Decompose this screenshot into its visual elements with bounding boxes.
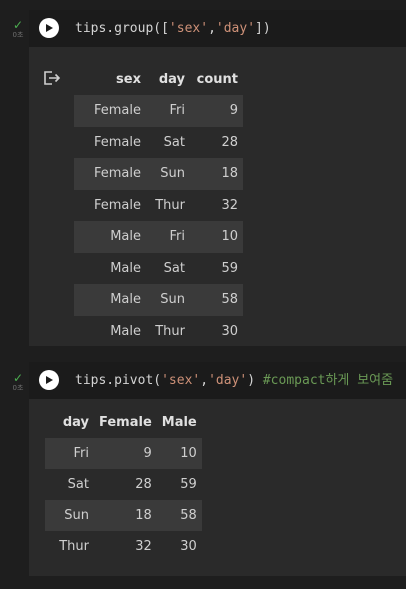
table-row: Male Sun 58 bbox=[74, 284, 243, 316]
table-cell: 18 bbox=[94, 500, 157, 531]
table-cell: Male bbox=[110, 323, 141, 339]
table-cell: 58 bbox=[156, 500, 202, 531]
output-exit-icon[interactable] bbox=[43, 70, 61, 86]
table-cell: Male bbox=[74, 221, 146, 253]
table-header-row: day Female Male bbox=[45, 407, 202, 438]
execution-time: 0초 bbox=[12, 384, 24, 392]
code-text[interactable]: tips.pivot('sex','day') #compact하게 보여줌 bbox=[75, 372, 393, 389]
table-cell: Sun bbox=[146, 158, 190, 190]
table-header-row: sex day count bbox=[74, 64, 243, 95]
table-row: Sat 28 59 bbox=[45, 469, 202, 500]
table-cell: Fri bbox=[45, 438, 94, 469]
table-cell: Female bbox=[74, 95, 146, 127]
run-button[interactable] bbox=[39, 18, 59, 38]
run-button[interactable] bbox=[39, 370, 59, 390]
table-cell: 18 bbox=[190, 158, 243, 190]
table-row: Female Fri 9 bbox=[74, 95, 243, 127]
table-cell: Fri bbox=[146, 221, 190, 253]
table-cell: Thur bbox=[155, 323, 185, 339]
table-cell: Sun bbox=[45, 500, 94, 531]
table-cell: Sat bbox=[163, 134, 185, 150]
table-cell: Female bbox=[93, 197, 141, 213]
column-header: day bbox=[158, 72, 185, 87]
table-row: Sun 18 58 bbox=[45, 500, 202, 531]
table-row: Thur 32 30 bbox=[45, 531, 202, 562]
cell-status: ✓ 0초 bbox=[8, 372, 28, 392]
table-row: Male Thur 30 bbox=[74, 316, 243, 348]
table-cell: Male bbox=[74, 284, 146, 316]
table-cell: 28 bbox=[135, 477, 152, 492]
table-cell: 9 bbox=[94, 438, 157, 469]
column-header: Male bbox=[161, 415, 197, 430]
check-icon: ✓ bbox=[12, 18, 24, 32]
table-cell: 9 bbox=[190, 95, 243, 127]
check-icon: ✓ bbox=[12, 371, 24, 385]
table-cell: 59 bbox=[221, 260, 238, 276]
column-header: day bbox=[62, 415, 89, 430]
table-cell: Sat bbox=[163, 260, 185, 276]
table-cell: Female bbox=[74, 158, 146, 190]
column-header: sex bbox=[116, 72, 141, 87]
table-cell: 32 bbox=[221, 197, 238, 213]
table-cell: 28 bbox=[221, 134, 238, 150]
code-text[interactable]: tips.group(['sex','day']) bbox=[75, 20, 271, 37]
code-editor[interactable]: tips.pivot('sex','day') #compact하게 보여줌 bbox=[29, 362, 406, 399]
table-cell: 58 bbox=[190, 284, 243, 316]
table-cell: 32 bbox=[135, 539, 152, 554]
cell-status: ✓ 0초 bbox=[8, 19, 28, 39]
execution-time: 0초 bbox=[12, 31, 24, 39]
output-table: sex day count Female Fri 9 Female Sat 28 Fem… bbox=[74, 64, 243, 347]
column-header: Female bbox=[99, 415, 152, 430]
table-row: Male Sat 59 bbox=[74, 253, 243, 285]
table-cell: Sun bbox=[146, 284, 190, 316]
table-cell: 59 bbox=[180, 477, 197, 492]
table-row: Male Fri 10 bbox=[74, 221, 243, 253]
column-header: count bbox=[196, 72, 238, 87]
table-cell: Fri bbox=[146, 95, 190, 127]
table-row: Female Thur 32 bbox=[74, 190, 243, 222]
table-cell: Sat bbox=[67, 477, 89, 492]
play-icon bbox=[46, 376, 53, 384]
code-editor[interactable]: tips.group(['sex','day']) bbox=[29, 10, 406, 47]
table-cell: Male bbox=[110, 260, 141, 276]
table-row: Female Sat 28 bbox=[74, 127, 243, 159]
table-cell: Thur bbox=[155, 197, 185, 213]
code-cell-1: tips.group(['sex','day']) sex day count … bbox=[29, 10, 406, 346]
table-cell: 10 bbox=[190, 221, 243, 253]
table-row: Female Sun 18 bbox=[74, 158, 243, 190]
play-icon bbox=[46, 24, 53, 32]
table-row: Fri 9 10 bbox=[45, 438, 202, 469]
table-cell: 30 bbox=[221, 323, 238, 339]
table-cell: 10 bbox=[156, 438, 202, 469]
pivot-table: day Female Male Fri 9 10 Sat 28 59 Sun 18 58 T… bbox=[45, 407, 202, 562]
table-cell: Female bbox=[93, 134, 141, 150]
table-cell: Thur bbox=[59, 539, 89, 554]
table-cell: 30 bbox=[180, 539, 197, 554]
